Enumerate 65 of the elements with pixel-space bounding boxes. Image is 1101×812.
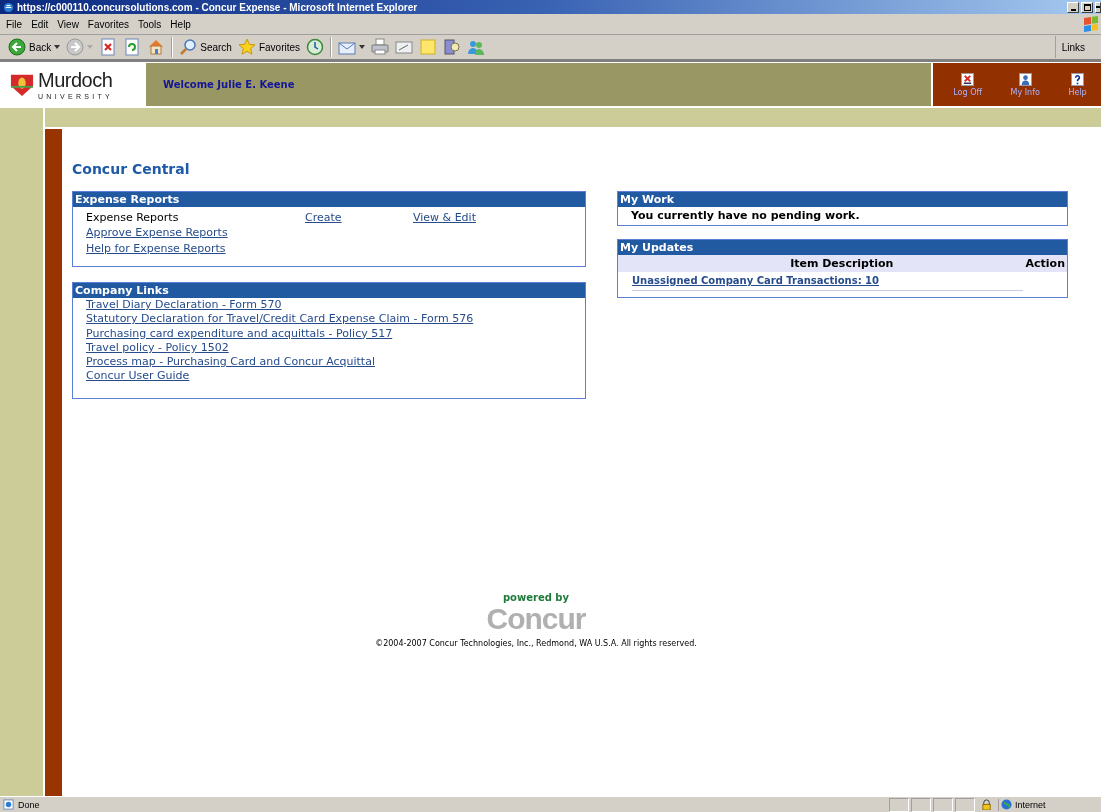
star-icon — [237, 38, 256, 56]
page-title: Concur Central — [72, 161, 191, 177]
log-off-icon — [961, 72, 975, 86]
copyright-text: ©2004-2007 Concur Technologies, Inc., Redmond, WA U.S.A. All rights reserved. — [375, 638, 697, 648]
people-icon[interactable] — [467, 38, 486, 56]
menu-item[interactable]: File — [6, 18, 30, 30]
link[interactable]: View & Edit — [413, 210, 476, 224]
column-header: Action — [1025, 257, 1066, 270]
menu-item[interactable]: View — [57, 18, 86, 30]
panel-header: My Updates — [618, 240, 1067, 255]
link[interactable]: Purchasing card expenditure and acquittals - Policy 517 — [86, 326, 393, 340]
link[interactable]: Approve Expense Reports — [86, 226, 228, 239]
header-link[interactable]: Help — [1068, 72, 1087, 97]
refresh-icon[interactable] — [123, 38, 142, 56]
printer-icon[interactable] — [371, 38, 390, 56]
menu-item[interactable]: Edit — [31, 18, 56, 30]
globe-icon — [1001, 799, 1012, 810]
minimize-button[interactable] — [1067, 1, 1079, 13]
search-icon — [179, 38, 198, 56]
status-pane — [911, 797, 931, 812]
person-icon — [1018, 72, 1032, 86]
table-link[interactable]: Unassigned Company Card Transactions: 10 — [632, 275, 880, 286]
concur-logo: Concur — [486, 602, 586, 635]
header-link[interactable]: My Info — [1010, 72, 1040, 97]
links-label[interactable]: Links — [1061, 41, 1085, 53]
link[interactable]: Create — [305, 210, 413, 224]
lock-icon — [981, 799, 992, 810]
link[interactable]: Travel policy - Policy 1502 — [86, 340, 229, 354]
stop-icon[interactable] — [99, 38, 118, 56]
back-button[interactable]: Back — [8, 38, 52, 56]
welcome-text: Welcome Julie E. Keene — [163, 79, 295, 90]
window-title: https://c000110.concursolutions.com - Concur Expense - Microsoft Internet Explorer — [17, 1, 418, 13]
header-link[interactable]: Log Off — [953, 72, 982, 97]
status-pane — [889, 797, 909, 812]
status-text: Done — [18, 799, 40, 810]
link[interactable]: Concur User Guide — [86, 369, 190, 383]
help-icon — [1071, 72, 1085, 86]
link[interactable]: Process map - Purchasing Card and Concur Acquittal — [86, 355, 375, 369]
browser-icon — [3, 1, 14, 13]
caret-icon[interactable] — [359, 45, 366, 49]
row-label: Expense Reports — [86, 210, 180, 224]
logo-wordmark: Murdoch — [38, 69, 113, 92]
home-icon[interactable] — [147, 38, 166, 56]
close-button[interactable] — [1095, 1, 1101, 13]
status-pane — [933, 797, 953, 812]
status-pane — [955, 797, 975, 812]
search-button[interactable]: Search — [179, 38, 232, 56]
menu-item[interactable]: Tools — [138, 18, 169, 30]
favorites-button[interactable]: Favorites — [237, 38, 301, 56]
restore-button[interactable] — [1081, 1, 1093, 13]
history-icon[interactable] — [306, 38, 325, 56]
menu-item[interactable]: Favorites — [87, 18, 136, 30]
windows-logo-icon — [1084, 16, 1098, 32]
column-header: Item Description — [789, 257, 895, 270]
link[interactable]: Help for Expense Reports — [86, 242, 226, 255]
panel-header: My Work — [618, 192, 1067, 207]
caret-icon[interactable] — [54, 45, 61, 49]
link[interactable]: Statutory Declaration for Travel/Credit Card Expense Claim - Form 576 — [86, 312, 474, 326]
message-text: You currently have no pending work. — [631, 209, 860, 222]
zone-text: Internet — [1015, 799, 1046, 810]
link[interactable]: Travel Diary Declaration - Form 570 — [86, 298, 282, 311]
panel-header: Expense Reports — [73, 192, 585, 207]
menu-item[interactable]: Help — [170, 18, 198, 30]
powered-by-text: powered by — [502, 591, 570, 603]
panel-header: Company Links — [73, 283, 585, 298]
